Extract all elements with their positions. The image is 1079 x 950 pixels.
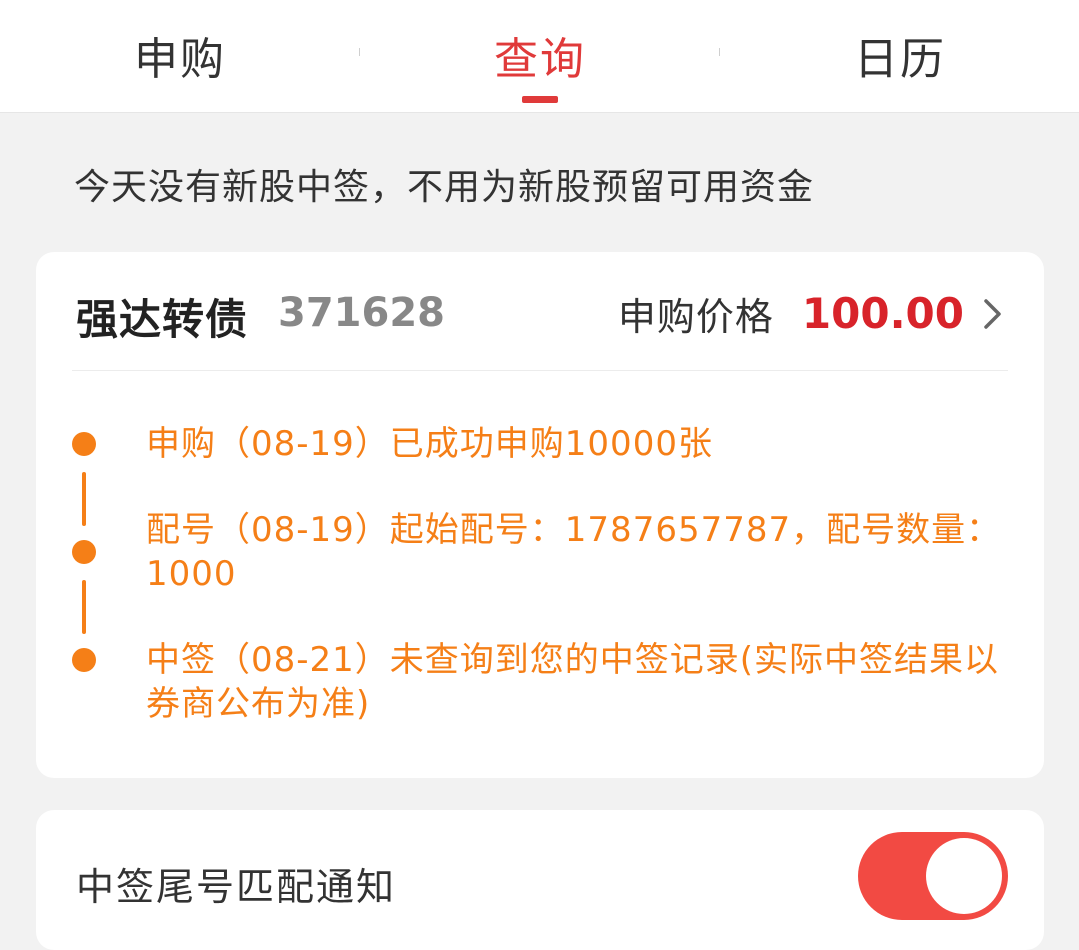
notify-card: 中签尾号匹配通知 <box>36 810 1044 950</box>
price-label: 申购价格 <box>617 295 774 339</box>
timeline-connector <box>82 472 86 526</box>
dot-icon <box>72 648 96 672</box>
tab-calendar-label: 日历 <box>854 33 946 85</box>
bond-code: 371628 <box>278 290 445 336</box>
tab-query[interactable]: 查询 <box>360 0 720 113</box>
timeline-connector <box>82 580 86 634</box>
allocation-notice: 今天没有新股中签，不用为新股预留可用资金 <box>74 167 815 208</box>
card-divider <box>72 370 1008 371</box>
price-value: 100.00 <box>801 289 964 338</box>
timeline-step-lottery: 中签（08-21）未查询到您的中签记录(实际中签结果以券商公布为准) <box>146 640 1000 724</box>
tab-query-label: 查询 <box>494 33 586 85</box>
active-tab-indicator <box>522 96 558 103</box>
dot-icon <box>72 432 96 456</box>
toggle-knob <box>926 838 1002 914</box>
tab-bar: 申购 查询 日历 <box>0 0 1079 113</box>
timeline-step-subscribe: 申购（08-19）已成功申购10000张 <box>146 424 713 464</box>
notify-label: 中签尾号匹配通知 <box>76 865 397 909</box>
notify-toggle[interactable] <box>858 832 1008 920</box>
bond-name: 强达转债 <box>76 295 249 344</box>
chevron-right-icon <box>984 298 1001 329</box>
dot-icon <box>72 540 96 564</box>
tab-subscribe-label: 申购 <box>134 33 226 85</box>
bond-card: 强达转债 371628 申购价格 100.00 申购（08-19）已成功申购10… <box>36 252 1044 778</box>
tab-calendar[interactable]: 日历 <box>720 0 1079 113</box>
subscription-price-link[interactable]: 申购价格 100.00 <box>618 286 1004 341</box>
tab-subscribe[interactable]: 申购 <box>0 0 360 113</box>
timeline-step-allocation: 配号（08-19）起始配号：1787657787，配号数量：1000 <box>146 510 1002 594</box>
